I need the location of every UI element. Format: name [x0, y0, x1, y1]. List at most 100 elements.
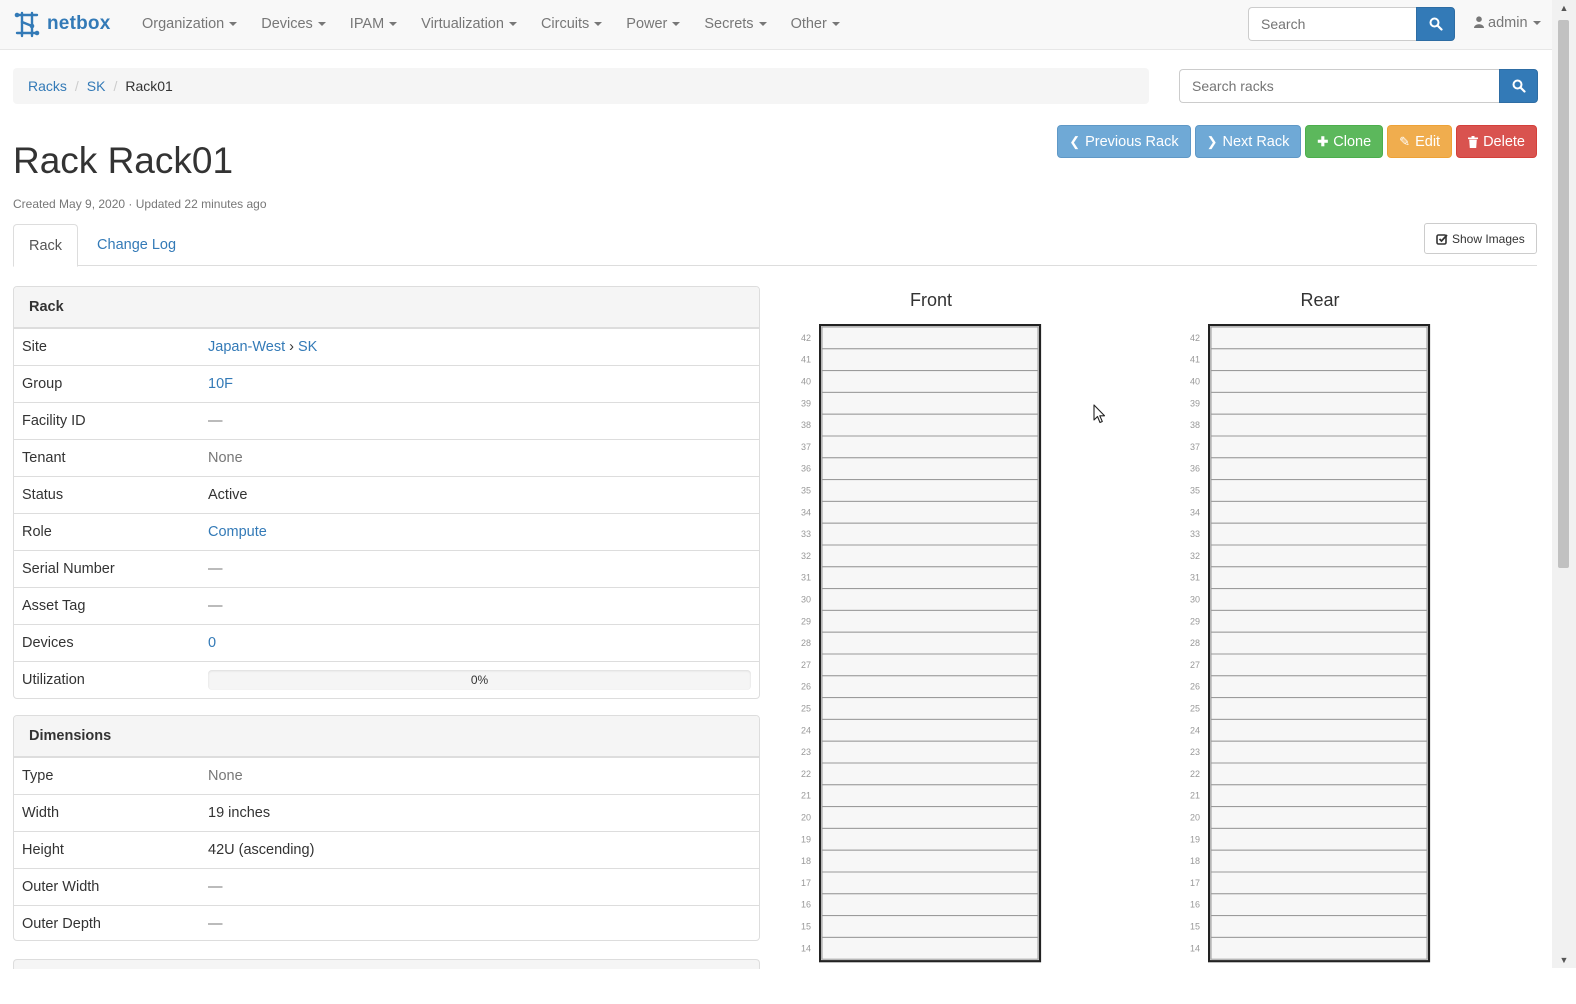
rack-unit-slot[interactable] [1210, 849, 1428, 873]
edit-button[interactable]: ✎ Edit [1387, 125, 1453, 158]
rack-unit-slot[interactable] [1210, 784, 1428, 808]
rack-unit-slot[interactable] [1210, 326, 1428, 350]
global-search-button[interactable] [1416, 7, 1455, 41]
rack-unit-slot[interactable] [1210, 348, 1428, 372]
rear-rack-svg[interactable] [1208, 324, 1432, 1004]
page-scrollbar[interactable]: ▲ ▼ [1552, 0, 1576, 968]
rack-unit-slot[interactable] [1210, 479, 1428, 502]
pencil-icon: ✎ [1399, 133, 1411, 149]
rack-unit-slot[interactable] [821, 784, 1039, 808]
rack-unit-slot[interactable] [1210, 806, 1428, 829]
width-value: 19 inches [208, 805, 271, 821]
rack-unit-slot[interactable] [1210, 915, 1428, 938]
scroll-thumb[interactable] [1558, 20, 1569, 568]
rack-unit-slot[interactable] [1210, 435, 1428, 459]
rack-unit-slot[interactable] [821, 827, 1039, 851]
delete-button[interactable]: Delete [1456, 125, 1537, 158]
devices-count-link[interactable]: 0 [208, 635, 216, 651]
rack-unit-slot[interactable] [821, 653, 1039, 677]
previous-rack-button[interactable]: ❮ Previous Rack [1057, 125, 1191, 158]
row-label: Tenant [22, 450, 66, 466]
rack-unit-slot[interactable] [821, 762, 1039, 786]
global-search-input[interactable] [1248, 7, 1416, 41]
rack-unit-slot[interactable] [1210, 893, 1428, 917]
rack-unit-slot[interactable] [821, 479, 1039, 502]
clone-button[interactable]: ✚ Clone [1305, 125, 1384, 158]
rack-search-button[interactable] [1499, 69, 1538, 103]
rack-unit-slot[interactable] [1210, 522, 1428, 546]
front-rack-svg[interactable] [819, 324, 1043, 1004]
rack-unit-slot[interactable] [821, 435, 1039, 459]
rack-unit-slot[interactable] [821, 631, 1039, 655]
breadcrumb-site[interactable]: SK [87, 78, 106, 94]
rack-unit-slot[interactable] [821, 370, 1039, 393]
rack-unit-slot[interactable] [1210, 740, 1428, 764]
rack-unit-slot[interactable] [1210, 370, 1428, 393]
rack-unit-slot[interactable] [821, 893, 1039, 917]
site-link[interactable]: SK [298, 339, 317, 355]
rack-unit-label: 16 [1190, 900, 1200, 910]
rack-unit-slot[interactable] [821, 609, 1039, 633]
rack-unit-slot[interactable] [1210, 413, 1428, 437]
rack-unit-slot[interactable] [1210, 566, 1428, 590]
height-value: 42U (ascending) [208, 842, 315, 858]
rack-unit-slot[interactable] [1210, 391, 1428, 415]
rack-unit-slot[interactable] [821, 675, 1039, 699]
rack-unit-slot[interactable] [1210, 697, 1428, 720]
rack-unit-slot[interactable] [821, 348, 1039, 372]
rack-unit-slot[interactable] [821, 718, 1039, 742]
menu-virtualization[interactable]: Virtualization [409, 16, 529, 32]
group-link[interactable]: 10F [208, 376, 233, 392]
breadcrumb-racks[interactable]: Racks [28, 78, 67, 94]
rack-unit-slot[interactable] [1210, 653, 1428, 677]
rack-unit-slot[interactable] [1210, 762, 1428, 786]
breadcrumb-separator: / [113, 78, 118, 94]
rack-unit-slot[interactable] [1210, 588, 1428, 611]
row-label: Utilization [22, 672, 85, 688]
next-rack-button[interactable]: ❯ Next Rack [1194, 125, 1302, 158]
rack-unit-slot[interactable] [1210, 609, 1428, 633]
rack-unit-slot[interactable] [821, 457, 1039, 481]
rack-unit-slot[interactable] [821, 391, 1039, 415]
rack-unit-slot[interactable] [821, 871, 1039, 895]
rack-unit-slot[interactable] [821, 500, 1039, 524]
show-images-button[interactable]: Show Images [1424, 223, 1537, 254]
tab-change-log[interactable]: Change Log [82, 224, 191, 266]
menu-other[interactable]: Other [779, 16, 852, 32]
brand-logo[interactable]: netbox [13, 10, 110, 38]
rack-unit-slot[interactable] [1210, 500, 1428, 524]
menu-devices[interactable]: Devices [249, 16, 338, 32]
rack-unit-slot[interactable] [821, 522, 1039, 546]
scroll-up-arrow-icon[interactable]: ▲ [1552, 0, 1576, 16]
rack-unit-slot[interactable] [1210, 936, 1428, 960]
rack-unit-slot[interactable] [821, 588, 1039, 611]
rack-unit-slot[interactable] [821, 413, 1039, 437]
rack-unit-slot[interactable] [821, 326, 1039, 350]
rack-unit-slot[interactable] [1210, 675, 1428, 699]
menu-secrets[interactable]: Secrets [692, 16, 778, 32]
rack-unit-slot[interactable] [1210, 631, 1428, 655]
menu-circuits[interactable]: Circuits [529, 16, 614, 32]
rack-unit-slot[interactable] [821, 544, 1039, 568]
scroll-down-arrow-icon[interactable]: ▼ [1552, 952, 1576, 968]
rack-unit-slot[interactable] [1210, 718, 1428, 742]
rack-unit-slot[interactable] [1210, 457, 1428, 481]
rack-unit-slot[interactable] [821, 915, 1039, 938]
rack-unit-slot[interactable] [1210, 827, 1428, 851]
rack-search-input[interactable] [1179, 69, 1499, 103]
rack-unit-slot[interactable] [821, 849, 1039, 873]
rack-unit-slot[interactable] [1210, 544, 1428, 568]
rack-unit-slot[interactable] [821, 936, 1039, 960]
menu-organization[interactable]: Organization [130, 16, 249, 32]
rack-unit-slot[interactable] [821, 740, 1039, 764]
tab-rack[interactable]: Rack [13, 224, 79, 267]
role-link[interactable]: Compute [208, 524, 267, 540]
rack-unit-slot[interactable] [821, 566, 1039, 590]
rack-unit-slot[interactable] [821, 697, 1039, 720]
rack-unit-slot[interactable] [821, 806, 1039, 829]
menu-ipam[interactable]: IPAM [338, 16, 409, 32]
rack-unit-slot[interactable] [1210, 871, 1428, 895]
user-menu[interactable]: admin [1474, 15, 1541, 31]
site-region-link[interactable]: Japan-West [208, 339, 285, 355]
menu-power[interactable]: Power [614, 16, 692, 32]
